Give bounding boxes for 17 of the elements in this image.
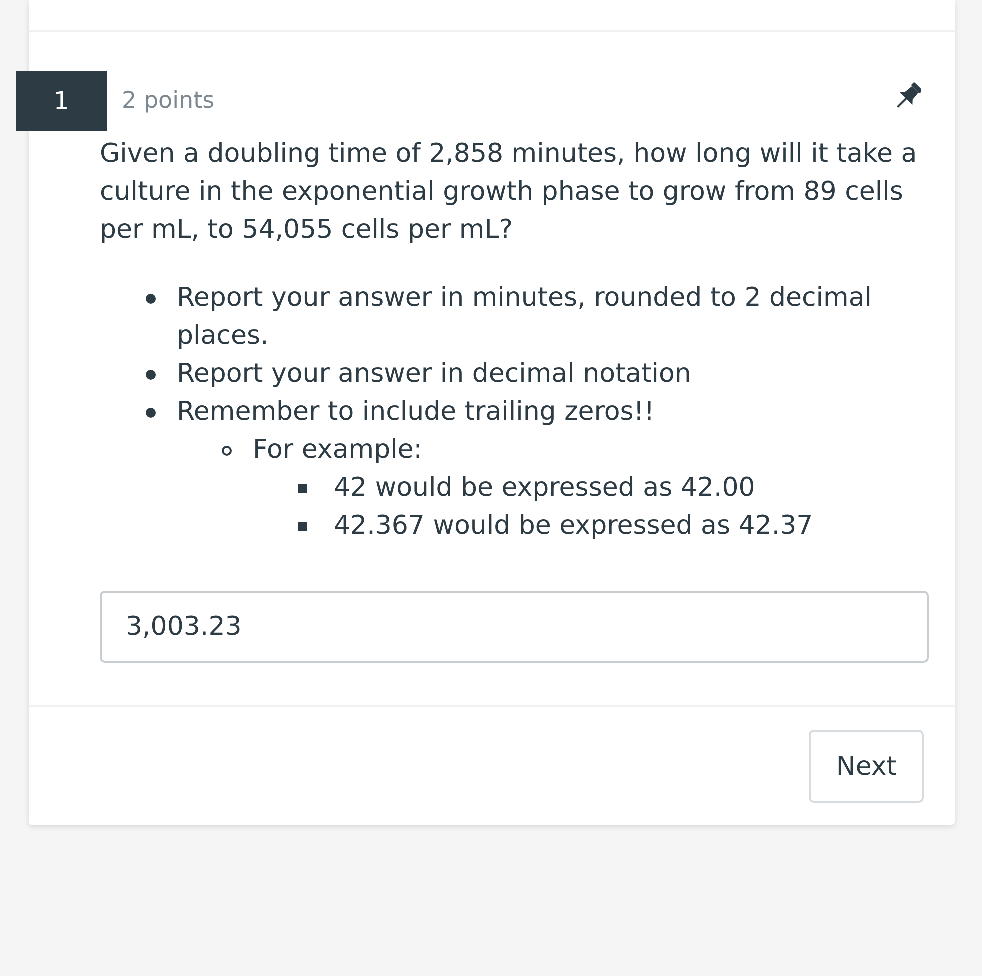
instruction-text: For example: [253, 434, 424, 467]
instruction-text: 42 would be expressed as 42.00 [334, 472, 756, 505]
next-button[interactable]: Next [809, 730, 924, 803]
bullet-icon [146, 294, 156, 304]
bullet-icon [146, 408, 156, 418]
instruction-text: Remember to include trailing zeros!! [177, 396, 656, 429]
instruction-text: 42.367 would be expressed as 42.37 [334, 510, 814, 543]
question-text: Given a doubling time of 2,858 minutes, how long will it take a culture in the exponential growth phase to grow from 89 cells per mL, to 54,055 cells per mL? [100, 138, 918, 247]
answer-field[interactable]: 3,003.23 [100, 591, 929, 663]
circle-bullet-icon [222, 446, 232, 456]
question-number: 1 [16, 71, 107, 131]
square-bullet-icon [298, 484, 307, 493]
square-bullet-icon [298, 522, 307, 531]
points-label: 2 points [122, 88, 216, 114]
instruction-text: Report your answer in decimal notation [177, 358, 692, 391]
instruction-text: Report your answer in minutes, rounded to 2 decimal places. [177, 282, 874, 353]
bullet-icon [146, 370, 156, 380]
